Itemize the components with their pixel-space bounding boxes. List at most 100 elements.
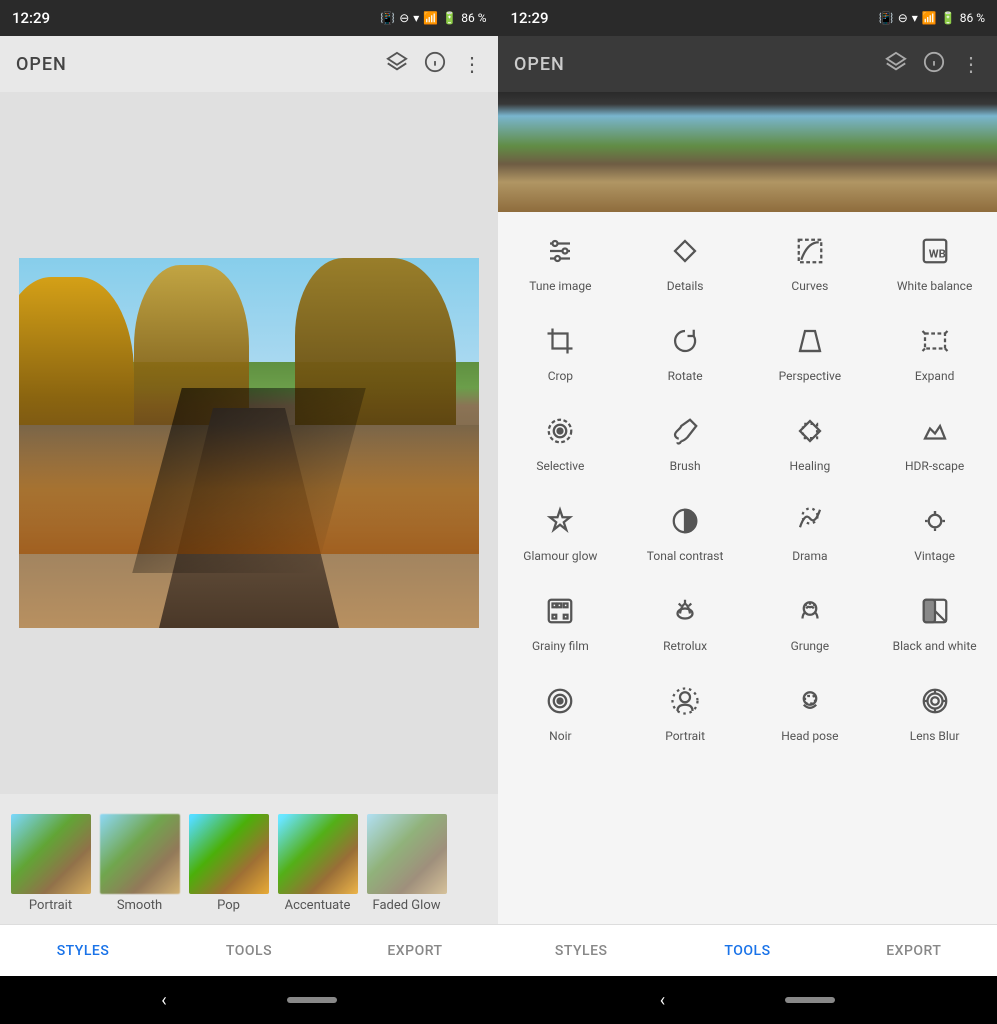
status-bar: 12:29 📳 ⊖ ▾ 📶 🔋 86 % 12:29 📳 ⊖ ▾ 📶 🔋 86 … bbox=[0, 0, 997, 36]
tool-crop[interactable]: Crop bbox=[498, 310, 623, 400]
style-label-portrait: Portrait bbox=[29, 898, 72, 913]
style-label-accentuate: Accentuate bbox=[285, 898, 351, 913]
tool-lensblur-label: Lens Blur bbox=[910, 729, 960, 745]
right-status: 12:29 📳 ⊖ ▾ 📶 🔋 86 % bbox=[499, 0, 997, 36]
grunge-icon bbox=[795, 596, 825, 631]
tool-tonal[interactable]: Tonal contrast bbox=[623, 490, 748, 580]
tool-selective-label: Selective bbox=[536, 459, 584, 475]
right-status-icons: 📳 ⊖ ▾ 📶 🔋 86 % bbox=[879, 11, 985, 25]
battery-icon2: 🔋 bbox=[941, 11, 956, 25]
tool-brush-label: Brush bbox=[670, 459, 701, 475]
tool-tune-image[interactable]: Tune image bbox=[498, 220, 623, 310]
panels: OPEN ⋮ bbox=[0, 36, 997, 1024]
tool-rotate-label: Rotate bbox=[668, 369, 703, 385]
style-accentuate[interactable]: Accentuate bbox=[275, 814, 360, 913]
right-home-button[interactable] bbox=[785, 997, 835, 1003]
tool-headpose[interactable]: Head pose bbox=[748, 670, 873, 760]
style-thumb-smooth bbox=[100, 814, 180, 894]
right-more-icon[interactable]: ⋮ bbox=[961, 52, 981, 76]
tool-drama[interactable]: Drama bbox=[748, 490, 873, 580]
tool-row-2: Crop Rotate bbox=[498, 310, 997, 400]
right-sys-nav: ‹ bbox=[498, 976, 997, 1024]
tool-grunge-label: Grunge bbox=[791, 639, 830, 655]
home-button[interactable] bbox=[287, 997, 337, 1003]
right-tab-styles[interactable]: STYLES bbox=[498, 925, 664, 976]
tool-bw[interactable]: Black and white bbox=[872, 580, 997, 670]
tool-white-balance[interactable]: WB White balance bbox=[872, 220, 997, 310]
tool-glamour-label: Glamour glow bbox=[523, 549, 597, 565]
style-portrait[interactable]: Portrait bbox=[8, 814, 93, 913]
tool-hdrscape-label: HDR-scape bbox=[905, 459, 964, 475]
tools-grid: Tune image Details bbox=[498, 212, 997, 924]
grainy-icon bbox=[545, 596, 575, 631]
tool-crop-label: Crop bbox=[548, 369, 573, 385]
tool-grainy[interactable]: Grainy film bbox=[498, 580, 623, 670]
tool-noir-label: Noir bbox=[549, 729, 571, 745]
brush-icon bbox=[670, 416, 700, 451]
tool-expand-label: Expand bbox=[915, 369, 954, 385]
layers-icon[interactable] bbox=[386, 51, 408, 78]
tool-lensblur[interactable]: Lens Blur bbox=[872, 670, 997, 760]
style-thumb-accentuate bbox=[278, 814, 358, 894]
signal-icon: 📶 bbox=[423, 11, 438, 25]
right-back-button[interactable]: ‹ bbox=[660, 990, 665, 1011]
style-label-smooth: Smooth bbox=[117, 898, 162, 913]
bw-icon bbox=[920, 596, 950, 631]
left-status: 12:29 📳 ⊖ ▾ 📶 🔋 86 % bbox=[0, 0, 499, 36]
style-pop[interactable]: Pop bbox=[186, 814, 271, 913]
left-tab-styles[interactable]: STYLES bbox=[0, 925, 166, 976]
right-title: OPEN bbox=[514, 54, 565, 75]
right-info-icon[interactable] bbox=[923, 51, 945, 78]
tool-row-6: Noir Portrait bbox=[498, 670, 997, 760]
healing-icon bbox=[795, 416, 825, 451]
tool-healing[interactable]: Healing bbox=[748, 400, 873, 490]
left-title: OPEN bbox=[16, 54, 67, 75]
right-bottom-nav: STYLES TOOLS EXPORT bbox=[498, 924, 997, 976]
style-label-faded: Faded Glow bbox=[372, 898, 440, 913]
left-tab-tools[interactable]: TOOLS bbox=[166, 925, 332, 976]
tool-expand[interactable]: Expand bbox=[872, 310, 997, 400]
left-header: OPEN ⋮ bbox=[0, 36, 498, 92]
tool-noir[interactable]: Noir bbox=[498, 670, 623, 760]
drama-icon bbox=[795, 506, 825, 541]
tool-retrolux[interactable]: Retrolux bbox=[623, 580, 748, 670]
left-tab-export[interactable]: EXPORT bbox=[332, 925, 498, 976]
tool-hdrscape[interactable]: HDR-scape bbox=[872, 400, 997, 490]
vintage-icon bbox=[920, 506, 950, 541]
left-status-icons: 📳 ⊖ ▾ 📶 🔋 86 % bbox=[380, 11, 486, 25]
right-layers-icon[interactable] bbox=[885, 51, 907, 78]
tool-curves[interactable]: Curves bbox=[748, 220, 873, 310]
back-button[interactable]: ‹ bbox=[161, 990, 166, 1011]
tool-portrait[interactable]: Portrait bbox=[623, 670, 748, 760]
svg-text:WB: WB bbox=[928, 247, 945, 260]
right-image-area bbox=[498, 92, 997, 212]
style-faded[interactable]: Faded Glow bbox=[364, 814, 449, 913]
tool-glamour[interactable]: Glamour glow bbox=[498, 490, 623, 580]
right-header: OPEN ⋮ bbox=[498, 36, 997, 92]
battery-icon: 🔋 bbox=[442, 11, 457, 25]
more-icon[interactable]: ⋮ bbox=[462, 52, 482, 76]
left-image-area bbox=[0, 92, 498, 794]
tool-rotate[interactable]: Rotate bbox=[623, 310, 748, 400]
right-tab-export[interactable]: EXPORT bbox=[831, 925, 997, 976]
tool-row-1: Tune image Details bbox=[498, 220, 997, 310]
right-tab-tools[interactable]: TOOLS bbox=[664, 925, 830, 976]
style-thumb-portrait bbox=[11, 814, 91, 894]
tool-vintage[interactable]: Vintage bbox=[872, 490, 997, 580]
tool-curves-label: Curves bbox=[791, 279, 828, 295]
style-smooth[interactable]: Smooth bbox=[97, 814, 182, 913]
info-icon[interactable] bbox=[424, 51, 446, 78]
battery-pct: 86 % bbox=[461, 11, 486, 25]
tool-row-3: Selective Brush bbox=[498, 400, 997, 490]
tool-details[interactable]: Details bbox=[623, 220, 748, 310]
selective-icon bbox=[545, 416, 575, 451]
tool-grunge[interactable]: Grunge bbox=[748, 580, 873, 670]
vibrate-icon: 📳 bbox=[380, 11, 395, 25]
tool-healing-label: Healing bbox=[790, 459, 831, 475]
tool-tune-label: Tune image bbox=[529, 279, 591, 295]
tool-selective[interactable]: Selective bbox=[498, 400, 623, 490]
tool-portrait-label: Portrait bbox=[665, 729, 705, 745]
tool-perspective[interactable]: Perspective bbox=[748, 310, 873, 400]
tool-brush[interactable]: Brush bbox=[623, 400, 748, 490]
left-time: 12:29 bbox=[12, 9, 50, 27]
